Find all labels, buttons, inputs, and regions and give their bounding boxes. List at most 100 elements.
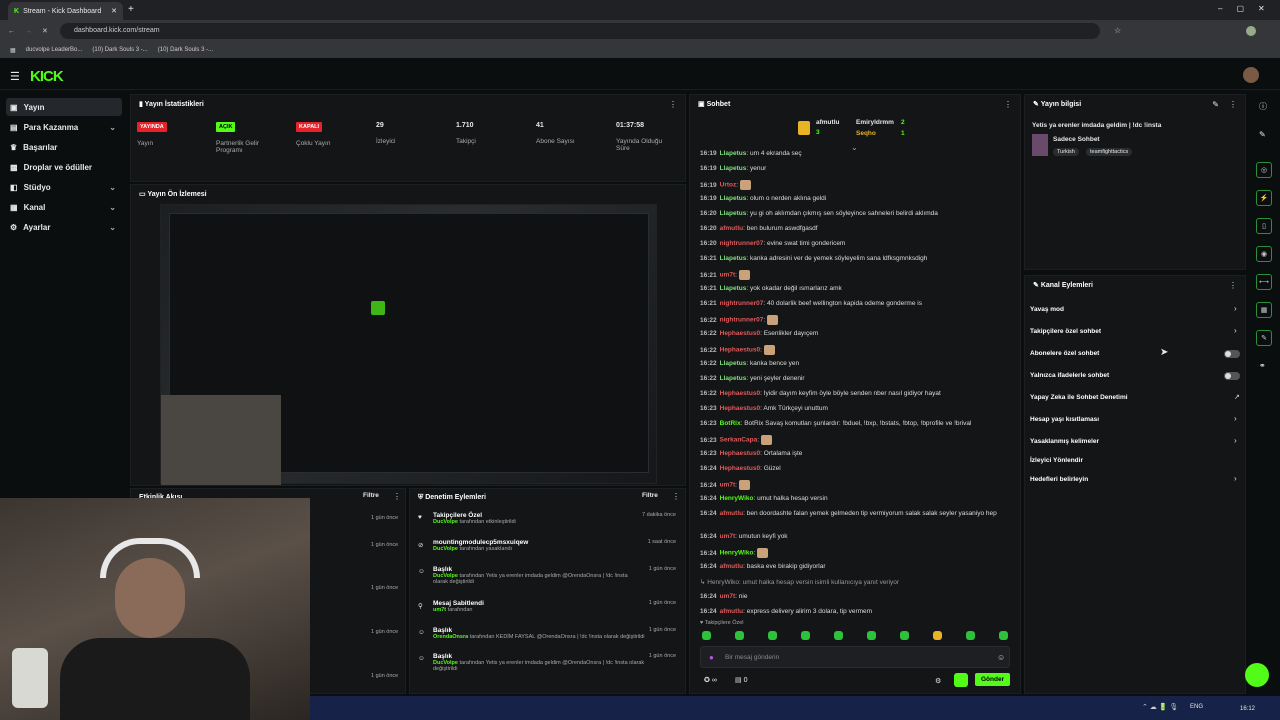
rail-button-7[interactable]: ✎ (1256, 330, 1272, 346)
sidebar-item-studyo[interactable]: ◧ Stüdyo ⌄ (6, 178, 122, 196)
share-icon[interactable]: ⚭ (1259, 361, 1266, 370)
reload-icon[interactable]: ✕ (42, 27, 48, 35)
back-icon[interactable]: ← (8, 28, 15, 35)
more-icon[interactable]: ⋮ (1229, 100, 1237, 109)
emote-picker-icon[interactable] (954, 673, 968, 687)
emote-icon[interactable] (801, 631, 810, 640)
chat-username[interactable]: afmutlu (720, 563, 743, 570)
bookmark-1[interactable]: ducvolpe LeaderBo... (26, 47, 83, 53)
mic-icon[interactable]: ● (709, 653, 714, 662)
activity-filter-button[interactable]: Filtre (363, 492, 379, 499)
emote-icon[interactable] (999, 631, 1008, 640)
kick-logo[interactable]: KICK (30, 68, 64, 85)
chat-username[interactable]: Hephaestus0 (720, 330, 760, 337)
gift-sub-icon[interactable]: ✪ ∞ (704, 676, 717, 684)
rail-button-2[interactable]: ⚡ (1256, 190, 1272, 206)
chat-username[interactable]: um7t (720, 272, 736, 279)
sidebar-item-kanal[interactable]: ▦ Kanal ⌄ (6, 198, 122, 216)
external-link-icon[interactable]: ↗ (1234, 393, 1240, 401)
chat-username[interactable]: Llapetus (720, 360, 747, 367)
rail-button-3[interactable]: ▯ (1256, 218, 1272, 234)
chat-username[interactable]: Llapetus (720, 210, 747, 217)
tray-icons[interactable]: ⌃ ☁ 🔋 🎙 (1142, 703, 1178, 711)
points-icon[interactable]: ▤ 0 (735, 676, 747, 684)
chat-username[interactable]: um7t (720, 593, 736, 600)
window-controls[interactable]: –▢✕ (1218, 4, 1279, 13)
chevron-right-icon[interactable]: › (1234, 326, 1237, 335)
rail-button-4[interactable]: ◉ (1256, 246, 1272, 262)
chat-username[interactable]: nightrunner07 (720, 300, 764, 307)
chat-username[interactable]: Llapetus (720, 165, 747, 172)
sidebar-item-para-kazanma[interactable]: ▤ Para Kazanma ⌄ (6, 118, 122, 136)
emote-icon[interactable] (867, 631, 876, 640)
more-icon[interactable]: ⋮ (669, 100, 677, 109)
send-button[interactable]: Gönder (975, 673, 1011, 686)
apps-icon[interactable]: ▦ (10, 47, 16, 54)
sidebar-item-yayin[interactable]: ▣ Yayın (6, 98, 122, 116)
chat-username[interactable]: nightrunner07 (720, 240, 764, 247)
action-emotes-only[interactable]: Yalnızca ifadelerle sohbet (1030, 372, 1109, 379)
chat-username[interactable]: afmutlu (720, 510, 743, 517)
help-chat-icon[interactable] (1245, 663, 1269, 687)
chat-username[interactable]: SerkanCapa (720, 437, 758, 444)
sidebar-item-droplar[interactable]: ▩ Droplar ve ödüller (6, 158, 122, 176)
chat-username[interactable]: Hephaestus0 (720, 405, 760, 412)
emote-icon[interactable] (900, 631, 909, 640)
chat-username[interactable]: Llapetus (720, 150, 747, 157)
emote-icon[interactable] (834, 631, 843, 640)
action-ai-moderation[interactable]: Yapay Zeka ile Sohbet Denetimi (1030, 394, 1128, 401)
more-icon[interactable]: ⋮ (1004, 100, 1012, 109)
chat-username[interactable]: Hephaestus0 (720, 347, 760, 354)
emote-icon[interactable] (933, 631, 942, 640)
chat-username[interactable]: Llapetus (720, 255, 747, 262)
chat-username[interactable]: nightrunner07 (720, 317, 764, 324)
subscribers-only-toggle[interactable] (1224, 350, 1240, 358)
rail-button-1[interactable]: ◎ (1256, 162, 1272, 178)
chat-username[interactable]: um7t (720, 533, 736, 540)
action-slow-mode[interactable]: Yavaş mod (1030, 306, 1064, 313)
chevron-right-icon[interactable]: › (1234, 414, 1237, 423)
close-tab-icon[interactable]: ✕ (111, 7, 117, 15)
rail-button-6[interactable]: ▦ (1256, 302, 1272, 318)
rail-button-5[interactable]: ⟷ (1256, 274, 1272, 290)
more-icon[interactable]: ⋮ (1229, 281, 1237, 290)
bookmark-star-icon[interactable]: ☆ (1114, 26, 1121, 35)
emote-icon[interactable] (768, 631, 777, 640)
sidebar-item-basarilar[interactable]: ♛ Başarılar (6, 138, 122, 156)
stream-preview-video[interactable] (160, 204, 657, 485)
bookmark-2[interactable]: (10) Dark Souls 3 -... (92, 47, 147, 53)
taskbar-language[interactable]: ENG (1190, 704, 1203, 710)
more-icon[interactable]: ⋮ (393, 492, 401, 501)
moderation-filter-button[interactable]: Filtre (642, 492, 658, 499)
chat-username[interactable]: um7t (720, 482, 736, 489)
chevron-right-icon[interactable]: › (1234, 474, 1237, 483)
chat-username[interactable]: Llapetus (720, 195, 747, 202)
chat-settings-icon[interactable]: ⚙ (935, 677, 941, 685)
chat-username[interactable]: Llapetus (720, 375, 747, 382)
sidebar-item-ayarlar[interactable]: ⚙ Ayarlar ⌄ (6, 218, 122, 236)
chat-username[interactable]: Hephaestus0 (720, 390, 760, 397)
user-avatar[interactable] (1243, 67, 1259, 83)
chat-username[interactable]: HenryWiko (720, 550, 754, 557)
action-goals[interactable]: Hedefleri belirleyin (1030, 476, 1088, 483)
emote-icon[interactable] (966, 631, 975, 640)
emoji-icon[interactable]: ☺ (997, 653, 1005, 662)
chat-username[interactable]: Hephaestus0 (720, 465, 760, 472)
menu-icon[interactable]: ☰ (10, 70, 20, 83)
emote-icon[interactable] (702, 631, 711, 640)
browser-tab[interactable]: K Stream - Kick Dashboard ✕ (8, 2, 123, 20)
action-followers-only[interactable]: Takipçilere özel sohbet (1030, 328, 1101, 335)
emote-icon[interactable] (735, 631, 744, 640)
action-account-age[interactable]: Hesap yaşı kısıtlaması (1030, 416, 1099, 423)
chat-username[interactable]: afmutlu (720, 225, 743, 232)
chevron-right-icon[interactable]: › (1234, 304, 1237, 313)
more-icon[interactable]: ⋮ (672, 492, 680, 501)
forward-icon[interactable]: → (25, 28, 32, 35)
bookmark-3[interactable]: (10) Dark Souls 3 -... (158, 47, 213, 53)
url-field[interactable]: dashboard.kick.com/stream (60, 23, 1100, 39)
action-host[interactable]: İzleyici Yönlendir (1030, 457, 1083, 464)
new-tab-icon[interactable]: + (128, 4, 134, 15)
chat-username[interactable]: Hephaestus0 (720, 450, 760, 457)
chat-input[interactable]: ● Bir mesaj gönderin ☺ (700, 646, 1010, 668)
edit-icon[interactable]: ✎ (1212, 100, 1219, 109)
